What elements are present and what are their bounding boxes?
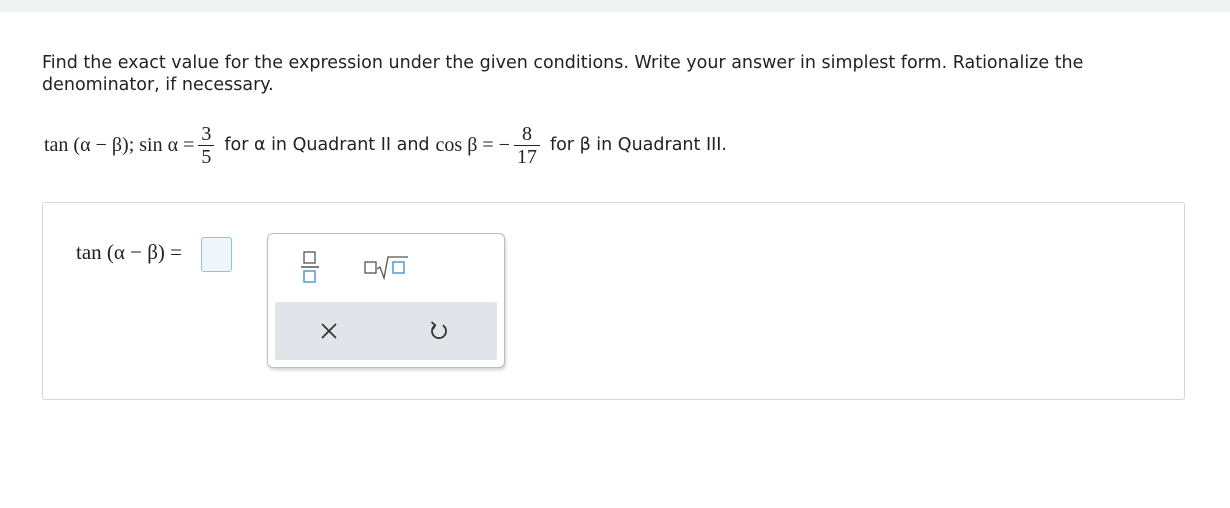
sin-alpha-denominator: 5 bbox=[198, 144, 215, 168]
cos-beta-denominator: 17 bbox=[513, 144, 540, 168]
palette-action-bar bbox=[275, 302, 497, 360]
undo-icon[interactable] bbox=[427, 319, 451, 343]
question-instructions: Find the exact value for the expression … bbox=[42, 53, 1084, 95]
cos-beta-label: cos β = − bbox=[435, 133, 510, 156]
math-palette bbox=[267, 233, 505, 368]
square-root-icon[interactable] bbox=[362, 252, 412, 282]
cos-beta-numerator: 8 bbox=[521, 122, 532, 145]
expression-label: tan (α − β); sin α = bbox=[44, 133, 195, 156]
problem-statement: tan (α − β); sin α = 3 5 for α in Quadra… bbox=[44, 116, 727, 174]
sin-alpha-fraction: 3 5 bbox=[198, 122, 215, 168]
alpha-condition: for α in Quadrant II and bbox=[224, 135, 430, 155]
answer-input[interactable] bbox=[201, 237, 232, 272]
answer-panel: tan (α − β) = bbox=[42, 202, 1185, 400]
beta-condition: for β in Quadrant III. bbox=[549, 135, 727, 155]
cos-beta-fraction: 8 17 bbox=[513, 122, 540, 168]
top-strip bbox=[0, 0, 1230, 12]
fraction-icon[interactable] bbox=[298, 248, 322, 286]
sin-alpha-numerator: 3 bbox=[201, 122, 212, 145]
answer-label: tan (α − β) = bbox=[76, 240, 183, 264]
clear-icon[interactable] bbox=[317, 319, 341, 343]
